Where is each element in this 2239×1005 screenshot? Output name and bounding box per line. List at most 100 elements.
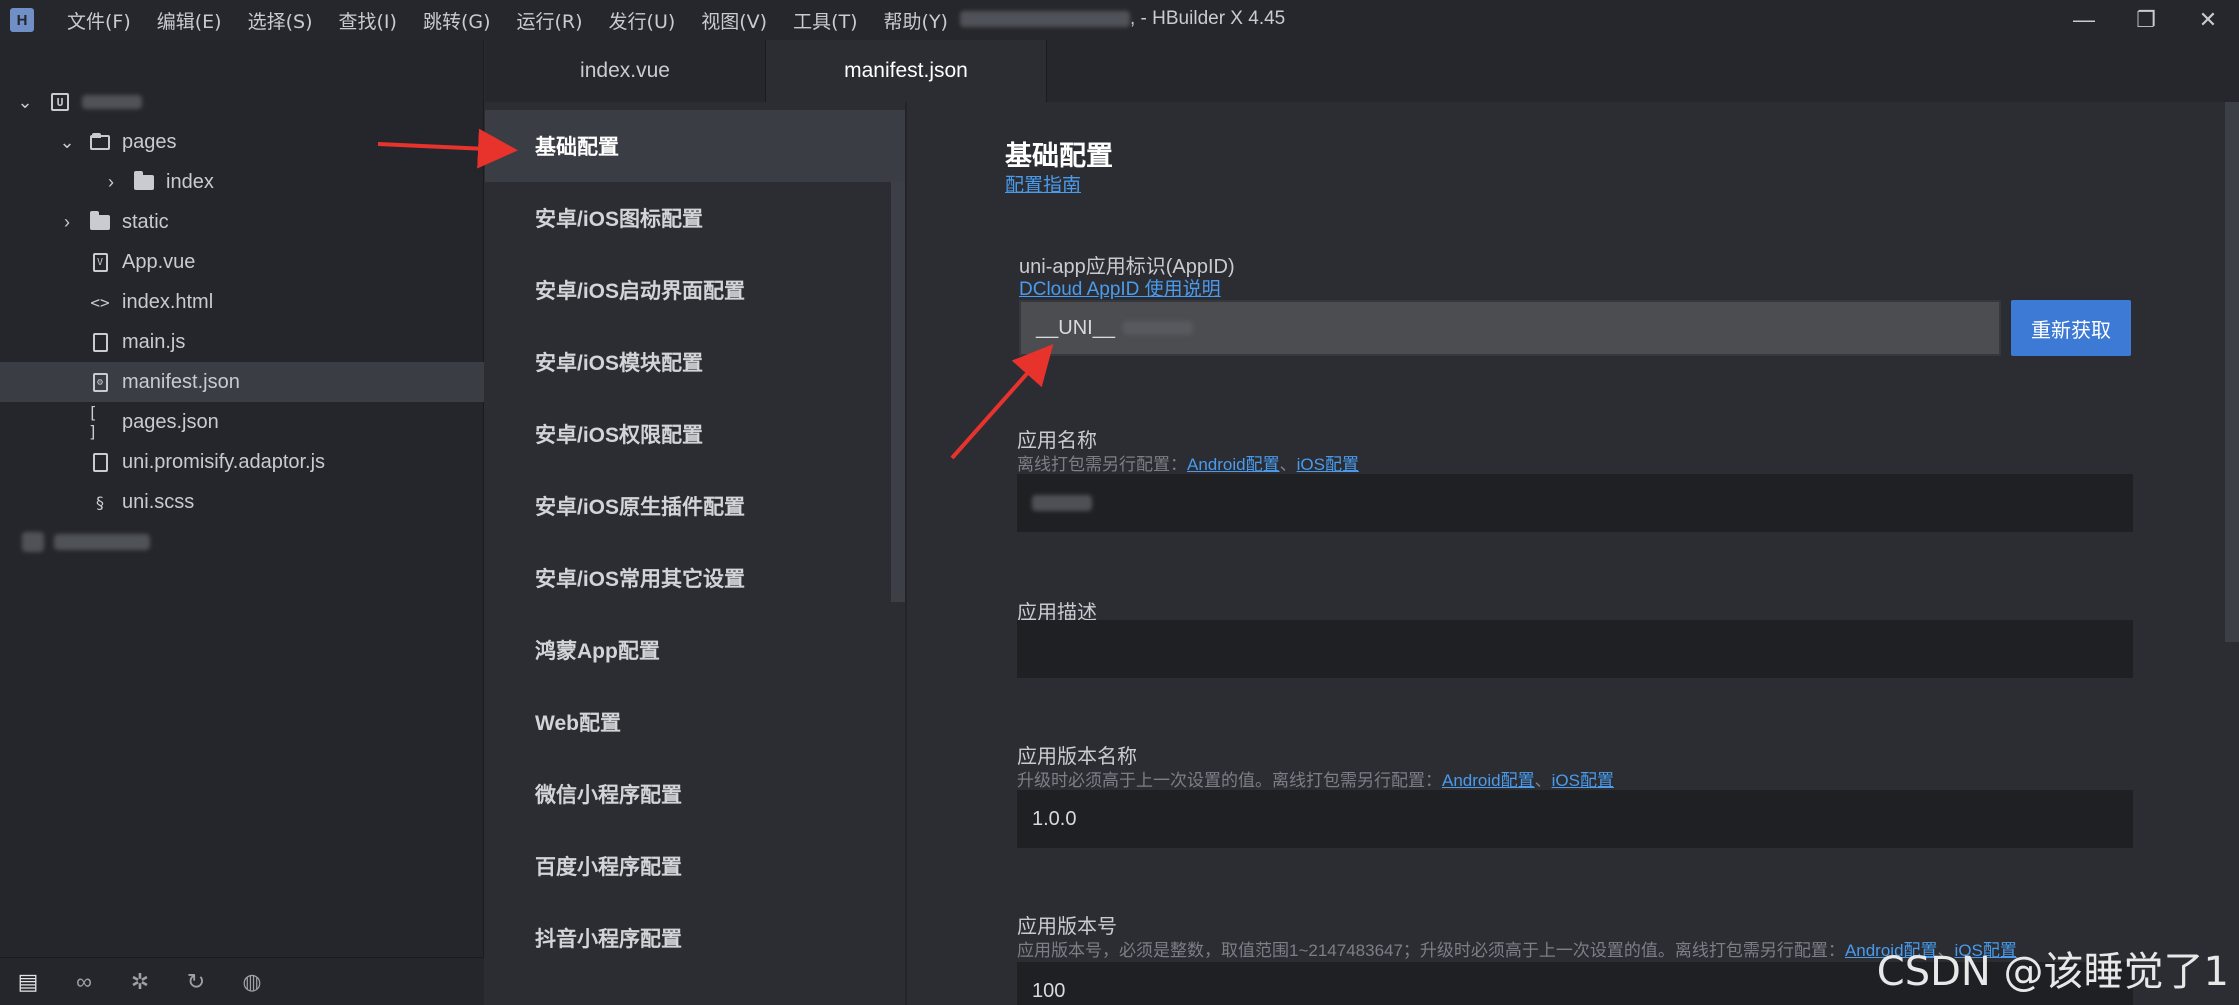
app-name-input[interactable]: [1017, 474, 2133, 532]
tree-file-main-js[interactable]: main.js: [0, 322, 484, 362]
blurred-project-name: [54, 534, 150, 550]
tree-file-pages-json[interactable]: [ ] pages.json: [0, 402, 484, 442]
project-manager-icon[interactable]: ▤: [0, 958, 56, 1005]
html-file-icon: <>: [90, 292, 110, 312]
chevron-down-icon[interactable]: ⌄: [56, 131, 78, 153]
tree-label: main.js: [122, 330, 186, 353]
search-binoculars-icon[interactable]: ∞: [56, 958, 112, 1005]
minimize-button[interactable]: —: [2053, 0, 2115, 40]
js-file-icon: [88, 330, 112, 354]
nav-permission-config[interactable]: 安卓/iOS权限配置: [485, 398, 905, 470]
tree-label: index.html: [122, 290, 214, 313]
menu-publish[interactable]: 发行(U): [596, 7, 689, 34]
nav-weixin-config[interactable]: 微信小程序配置: [485, 758, 905, 830]
editor-tabs: index.vue manifest.json: [485, 40, 2239, 102]
chevron-right-icon[interactable]: ›: [56, 211, 78, 233]
nav-baidu-config[interactable]: 百度小程序配置: [485, 830, 905, 902]
project-explorer: ⌄ U ⌄ pages › index › static V App.vue <…: [0, 40, 484, 1005]
tree-folder-static[interactable]: › static: [0, 202, 484, 242]
menu-find[interactable]: 查找(I): [326, 7, 410, 34]
nav-web-config[interactable]: Web配置: [485, 686, 905, 758]
tree-file-app-vue[interactable]: V App.vue: [0, 242, 484, 282]
nav-native-plugin-config[interactable]: 安卓/iOS原生插件配置: [485, 470, 905, 542]
hint-text: 升级时必须高于上一次设置的值。离线打包需另行配置：: [1017, 771, 1442, 790]
chevron-right-icon[interactable]: ›: [100, 171, 122, 193]
version-code-hint: 应用版本号，必须是整数，取值范围1~2147483647；升级时必须高于上一次设…: [1017, 936, 2017, 961]
hbuilder-logo-icon: H: [10, 8, 34, 32]
nav-splash-config[interactable]: 安卓/iOS启动界面配置: [485, 254, 905, 326]
hint-separator: 、: [1534, 771, 1552, 790]
project-icon: U: [48, 90, 72, 114]
tree-label: uni.promisify.adaptor.js: [122, 450, 326, 473]
app-desc-input[interactable]: [1017, 620, 2133, 678]
tree-folder-pages[interactable]: ⌄ pages: [0, 122, 484, 162]
tree-project-root[interactable]: ⌄ U: [0, 82, 484, 122]
menu-run[interactable]: 运行(R): [504, 7, 596, 34]
version-name-value: 1.0.0: [1032, 807, 1077, 830]
close-button[interactable]: ✕: [2177, 0, 2239, 40]
menu-edit[interactable]: 编辑(E): [144, 7, 235, 34]
folder-open-icon: [88, 130, 112, 154]
appid-input[interactable]: __UNI__: [1019, 300, 2001, 356]
settings-file-icon: ⚙: [88, 370, 112, 394]
restore-button[interactable]: ❐: [2115, 0, 2177, 40]
menu-help[interactable]: 帮助(Y): [871, 7, 961, 34]
nav-basic-config[interactable]: 基础配置: [485, 110, 905, 182]
tree-blurred-project[interactable]: [0, 522, 484, 562]
tree-file-index-html[interactable]: <> index.html: [0, 282, 484, 322]
nav-scrollbar[interactable]: [891, 182, 905, 602]
menu-file[interactable]: 文件(F): [54, 7, 144, 34]
nav-other-settings[interactable]: 安卓/iOS常用其它设置: [485, 542, 905, 614]
version-code-value: 100: [1032, 979, 1066, 1002]
refetch-appid-button[interactable]: 重新获取: [2011, 300, 2131, 356]
tab-manifest-json[interactable]: manifest.json: [766, 40, 1047, 102]
version-name-input[interactable]: 1.0.0: [1017, 790, 2133, 848]
basic-config-form: 基础配置 配置指南 uni-app应用标识(AppID) DCloud AppI…: [909, 102, 2239, 1005]
appid-help-link[interactable]: DCloud AppID 使用说明: [1019, 274, 1221, 301]
plugin-globe-icon[interactable]: ◍: [224, 958, 280, 1005]
blurred-appid: [1122, 321, 1193, 335]
tree-folder-index[interactable]: › index: [0, 162, 484, 202]
version-code-label: 应用版本号: [1017, 916, 1117, 938]
app-name-label: 应用名称: [1017, 430, 1097, 452]
hint-separator: 、: [1279, 455, 1297, 474]
chevron-down-icon[interactable]: ⌄: [14, 91, 36, 113]
debug-bug-icon[interactable]: ✲: [112, 958, 168, 1005]
title-bar: H 文件(F) 编辑(E) 选择(S) 查找(I) 跳转(G) 运行(R) 发行…: [0, 0, 2239, 40]
tab-index-vue[interactable]: index.vue: [485, 40, 766, 102]
tree-label: App.vue: [122, 250, 196, 273]
appid-value: __UNI__: [1036, 316, 1115, 339]
tree-file-uni-scss[interactable]: § uni.scss: [0, 482, 484, 522]
ios-config-link[interactable]: iOS配置: [1297, 455, 1359, 474]
android-config-link[interactable]: Android配置: [1187, 455, 1280, 474]
blurred-app-name: [1032, 495, 1092, 511]
csdn-watermark: CSDN @该睡觉了1: [1876, 949, 2229, 995]
tree-file-promisify-js[interactable]: uni.promisify.adaptor.js: [0, 442, 484, 482]
config-guide-link[interactable]: 配置指南: [1005, 170, 1081, 197]
git-sync-icon[interactable]: ↻: [168, 958, 224, 1005]
vue-file-icon: V: [88, 250, 112, 274]
menu-view[interactable]: 视图(V): [688, 7, 780, 34]
nav-module-config[interactable]: 安卓/iOS模块配置: [485, 326, 905, 398]
nav-douyin-config[interactable]: 抖音小程序配置: [485, 902, 905, 974]
section-title: 基础配置: [1005, 141, 1113, 171]
tree-label: pages.json: [122, 410, 219, 433]
menu-goto[interactable]: 跳转(G): [410, 7, 504, 34]
android-config-link[interactable]: Android配置: [1442, 771, 1535, 790]
tree-label: static: [122, 210, 169, 233]
nav-icon-config[interactable]: 安卓/iOS图标配置: [485, 182, 905, 254]
sidebar-bottom-toolbar: ▤ ∞ ✲ ↻ ◍: [0, 957, 484, 1005]
ios-config-link[interactable]: iOS配置: [1552, 771, 1614, 790]
tree-label: uni.scss: [122, 490, 195, 513]
json-file-icon: [ ]: [88, 403, 98, 441]
nav-harmony-config[interactable]: 鸿蒙App配置: [485, 614, 905, 686]
form-scrollbar[interactable]: [2225, 102, 2239, 642]
blurred-project-name: [82, 95, 142, 109]
manifest-config-nav: 基础配置 安卓/iOS图标配置 安卓/iOS启动界面配置 安卓/iOS模块配置 …: [485, 102, 907, 1005]
menu-bar: 文件(F) 编辑(E) 选择(S) 查找(I) 跳转(G) 运行(R) 发行(U…: [54, 7, 961, 34]
tree-file-manifest-json[interactable]: ⚙ manifest.json: [0, 362, 484, 402]
menu-tools[interactable]: 工具(T): [780, 7, 870, 34]
hint-text: 离线打包需另行配置：: [1017, 455, 1187, 474]
menu-select[interactable]: 选择(S): [235, 7, 326, 34]
window-title-text: , - HBuilder X 4.45: [1130, 8, 1286, 29]
